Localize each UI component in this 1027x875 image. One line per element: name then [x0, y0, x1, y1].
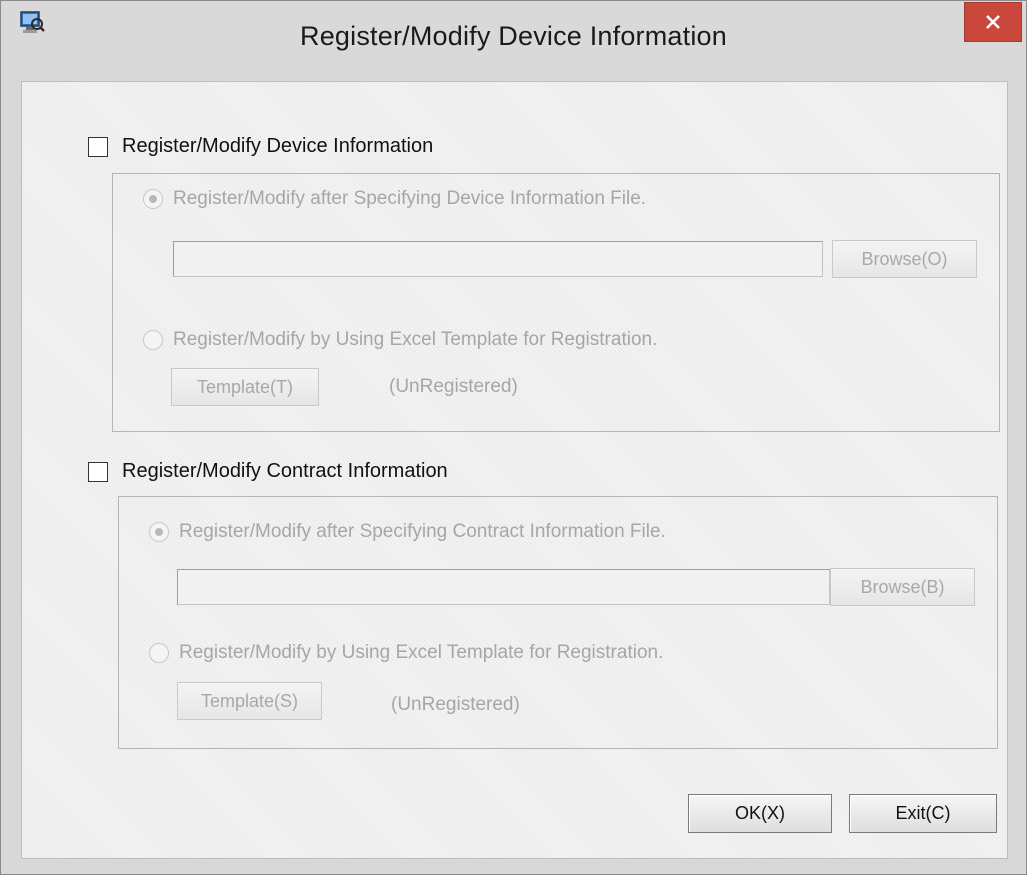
- device-radio-file[interactable]: [143, 189, 163, 209]
- device-radio-template-row[interactable]: Register/Modify by Using Excel Template …: [143, 329, 657, 351]
- device-info-checkbox-label: Register/Modify Device Information: [122, 135, 434, 157]
- contract-info-checkbox[interactable]: [88, 461, 108, 482]
- device-template-status: (UnRegistered): [389, 376, 518, 397]
- dialog-window: Register/Modify Device Information Regis…: [0, 0, 1027, 875]
- device-info-checkbox-row[interactable]: Register/Modify Device Information: [88, 135, 433, 158]
- device-radio-file-label: Register/Modify after Specifying Device …: [173, 188, 647, 209]
- device-browse-button[interactable]: Browse(O): [832, 240, 977, 278]
- device-options-group: Register/Modify after Specifying Device …: [112, 173, 1000, 432]
- close-button[interactable]: [964, 2, 1022, 42]
- device-radio-file-row[interactable]: Register/Modify after Specifying Device …: [143, 188, 646, 210]
- contract-radio-template[interactable]: [149, 643, 169, 663]
- contract-file-path-input[interactable]: [177, 569, 830, 605]
- title-bar[interactable]: Register/Modify Device Information: [1, 1, 1026, 75]
- contract-radio-template-label: Register/Modify by Using Excel Template …: [179, 642, 664, 663]
- device-radio-template-label: Register/Modify by Using Excel Template …: [173, 329, 658, 350]
- radio-selected-dot: [155, 528, 163, 536]
- contract-options-group: Register/Modify after Specifying Contrac…: [118, 496, 998, 749]
- dialog-client-area: Register/Modify Device Information Regis…: [21, 81, 1008, 859]
- device-radio-template[interactable]: [143, 330, 163, 350]
- close-icon: [986, 15, 1000, 29]
- window-title: Register/Modify Device Information: [300, 21, 727, 51]
- radio-selected-dot: [149, 195, 157, 203]
- contract-radio-file-row[interactable]: Register/Modify after Specifying Contrac…: [149, 521, 666, 543]
- contract-radio-file[interactable]: [149, 522, 169, 542]
- exit-button[interactable]: Exit(C): [849, 794, 997, 833]
- contract-browse-button[interactable]: Browse(B): [830, 568, 975, 606]
- contract-template-status: (UnRegistered): [391, 694, 520, 715]
- contract-radio-file-label: Register/Modify after Specifying Contrac…: [179, 521, 666, 542]
- device-file-path-input[interactable]: [173, 241, 823, 277]
- contract-info-checkbox-label: Register/Modify Contract Information: [122, 460, 448, 482]
- contract-template-button[interactable]: Template(S): [177, 682, 322, 720]
- ok-button[interactable]: OK(X): [688, 794, 832, 833]
- device-info-checkbox[interactable]: [88, 136, 108, 157]
- contract-info-checkbox-row[interactable]: Register/Modify Contract Information: [88, 460, 448, 483]
- device-template-button[interactable]: Template(T): [171, 368, 319, 406]
- contract-radio-template-row[interactable]: Register/Modify by Using Excel Template …: [149, 642, 663, 664]
